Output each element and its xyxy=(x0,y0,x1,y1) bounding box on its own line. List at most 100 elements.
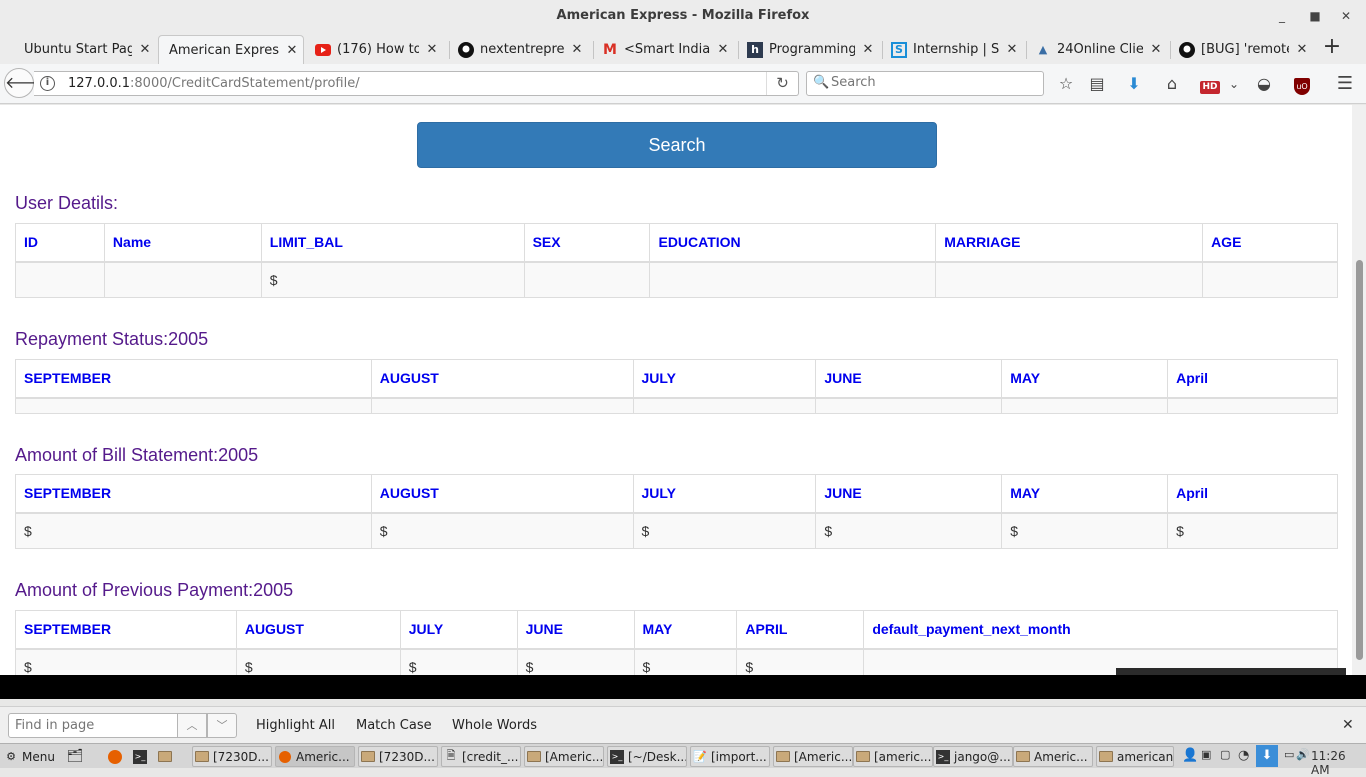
launcher-folder[interactable] xyxy=(156,746,172,767)
taskbar-window-label: [Americ... xyxy=(794,749,853,764)
scrollbar-thumb[interactable] xyxy=(1356,260,1363,660)
url-bar[interactable]: i 127.0.0.1:8000/CreditCardStatement/pro… xyxy=(34,71,799,96)
display-icon[interactable]: ▢ xyxy=(1220,748,1230,761)
col-education: EDUCATION xyxy=(649,223,937,263)
taskbar-window[interactable]: >_ jango@... xyxy=(933,746,1013,767)
taskbar-window[interactable]: american xyxy=(1096,746,1174,767)
taskbar-window[interactable]: [7230D... xyxy=(192,746,272,767)
battery-icon[interactable]: ▭ xyxy=(1284,748,1294,761)
tab-gmail[interactable]: M <Smart India ✕ xyxy=(592,35,734,64)
user-icon[interactable]: 👤 xyxy=(1182,748,1198,763)
internshala-icon: S xyxy=(891,41,907,58)
ublock-icon[interactable]: uO xyxy=(1290,72,1314,96)
table-cell xyxy=(815,397,1003,414)
bookmark-star-icon[interactable]: ☆ xyxy=(1054,72,1078,96)
download-icon[interactable]: ⬇ xyxy=(1122,72,1146,96)
home-icon[interactable]: ⌂ xyxy=(1160,72,1184,96)
tab-label: Ubuntu Start Page xyxy=(24,42,132,57)
taskbar-window[interactable]: Americ... xyxy=(275,746,355,767)
find-in-page-input[interactable] xyxy=(8,713,178,738)
table-header-row: SEPTEMBER AUGUST JULY JUNE MAY April xyxy=(15,474,1338,514)
reload-icon[interactable]: ↻ xyxy=(766,72,798,95)
tab-close-icon[interactable]: ✕ xyxy=(285,43,299,58)
clipboard-icon[interactable]: ▣ xyxy=(1201,748,1211,761)
close-window-button[interactable]: ✕ xyxy=(1336,6,1356,26)
taskbar-window-label: jango@... xyxy=(954,749,1011,764)
tab-close-icon[interactable]: ✕ xyxy=(1149,42,1163,57)
tab-24online[interactable]: ▲ 24Online Clien ✕ xyxy=(1025,35,1167,64)
search-button[interactable]: Search xyxy=(417,122,937,168)
chevron-down-icon[interactable]: ⌄ xyxy=(1222,72,1246,96)
tab-github-nextentrepren[interactable]: nextentrepren ✕ xyxy=(448,35,588,64)
taskbar-window[interactable]: [Americ... xyxy=(773,746,853,767)
tab-close-icon[interactable]: ✕ xyxy=(1295,42,1309,57)
pocket-icon[interactable]: ◒ xyxy=(1252,72,1276,96)
tab-close-icon[interactable]: ✕ xyxy=(716,42,730,57)
taskbar-window-label: [Americ... xyxy=(545,749,604,764)
maximize-button[interactable]: ■ xyxy=(1305,6,1325,26)
highlight-all-button[interactable]: Highlight All xyxy=(256,718,335,733)
hd-addon-icon[interactable]: HD xyxy=(1200,72,1220,96)
launcher-terminal[interactable]: >_ xyxy=(131,746,151,767)
file-manager-icon: 🗂 xyxy=(66,749,84,764)
tab-close-icon[interactable]: ✕ xyxy=(138,42,152,57)
tab-youtube[interactable]: (176) How to ✕ xyxy=(305,35,443,64)
page-scrollbar[interactable] xyxy=(1352,105,1366,675)
taskbar-window-label: american xyxy=(1117,749,1174,764)
taskbar-window[interactable]: 📝 [import... xyxy=(690,746,770,767)
url-text[interactable]: 127.0.0.1:8000/CreditCardStatement/profi… xyxy=(68,76,360,91)
tab-american-express[interactable]: American Express ✕ xyxy=(158,35,304,64)
tab-close-icon[interactable]: ✕ xyxy=(861,42,875,57)
launcher-firefox[interactable] xyxy=(106,746,126,767)
table-cell xyxy=(935,261,1204,298)
web-search-input[interactable] xyxy=(831,75,1031,90)
taskbar-window[interactable]: 🗎 [credit_... xyxy=(441,746,521,767)
table-cell: $ xyxy=(399,648,518,675)
minimize-button[interactable]: _ xyxy=(1272,6,1292,26)
new-tab-plus-icon[interactable]: + xyxy=(1320,36,1344,60)
tab-programming[interactable]: h Programming ✕ xyxy=(737,35,879,64)
taskbar-window[interactable]: [americ... xyxy=(853,746,933,767)
tab-label: nextentrepren xyxy=(480,42,564,57)
taskbar-window[interactable]: [7230D... xyxy=(358,746,438,767)
col-june: JUNE xyxy=(516,610,635,650)
whole-words-button[interactable]: Whole Words xyxy=(452,718,537,733)
tab-github-bug[interactable]: [BUG] 'remote ✕ xyxy=(1169,35,1313,64)
table-header-row: ID Name LIMIT_BAL SEX EDUCATION MARRIAGE… xyxy=(15,223,1338,263)
close-find-bar-icon[interactable]: ✕ xyxy=(1342,717,1354,733)
col-april: APRIL xyxy=(736,610,865,650)
find-next-icon[interactable]: ﹀ xyxy=(207,713,237,738)
find-previous-icon[interactable]: ︿ xyxy=(177,713,207,738)
page-content: Search User Deatils: ID Name LIMIT_BAL S… xyxy=(0,105,1366,675)
clock[interactable]: 11:26 AM xyxy=(1311,749,1366,777)
back-arrow-icon[interactable]: 🡐 xyxy=(4,68,48,98)
taskbar-window-label: [~/Desk... xyxy=(628,749,687,764)
hamburger-menu-icon[interactable]: ☰ xyxy=(1333,72,1357,96)
table-cell: $ xyxy=(1001,512,1169,549)
web-search-box[interactable]: 🔍 xyxy=(806,71,1044,96)
tab-ubuntu-start-page[interactable]: Ubuntu Start Page ✕ xyxy=(14,35,156,64)
reading-list-icon[interactable]: ▤ xyxy=(1085,72,1109,96)
tab-internship[interactable]: S Internship | Su ✕ xyxy=(881,35,1023,64)
taskbar-window[interactable]: >_ [~/Desk... xyxy=(607,746,687,767)
info-icon[interactable]: i xyxy=(40,76,55,91)
update-download-icon[interactable]: ⬇ xyxy=(1256,745,1278,767)
table-cell: $ xyxy=(633,648,738,675)
tab-close-icon[interactable]: ✕ xyxy=(425,42,439,57)
taskbar-window-label: [7230D... xyxy=(213,749,269,764)
tab-label: American Express xyxy=(169,42,279,58)
system-taskbar: ⚙ Menu 🗂 >_ [7230D... Americ... [7230D..… xyxy=(0,743,1366,777)
launcher-files[interactable]: 🗂 xyxy=(66,746,86,767)
match-case-button[interactable]: Match Case xyxy=(356,718,432,733)
taskbar-window[interactable]: [Americ... xyxy=(524,746,604,767)
network-icon[interactable]: ◔ xyxy=(1238,748,1249,763)
tab-close-icon[interactable]: ✕ xyxy=(1005,42,1019,57)
taskbar-window[interactable]: Americ... xyxy=(1013,746,1093,767)
volume-icon[interactable]: 🔊 xyxy=(1296,748,1310,761)
tab-close-icon[interactable]: ✕ xyxy=(570,42,584,57)
start-menu-button[interactable]: ⚙ Menu xyxy=(2,746,55,767)
taskbar-window-label: Americ... xyxy=(296,749,350,764)
taskbar-window-label: [americ... xyxy=(874,749,932,764)
youtube-icon xyxy=(315,42,331,58)
bill-statement-table: SEPTEMBER AUGUST JULY JUNE MAY April $ $… xyxy=(15,474,1338,549)
